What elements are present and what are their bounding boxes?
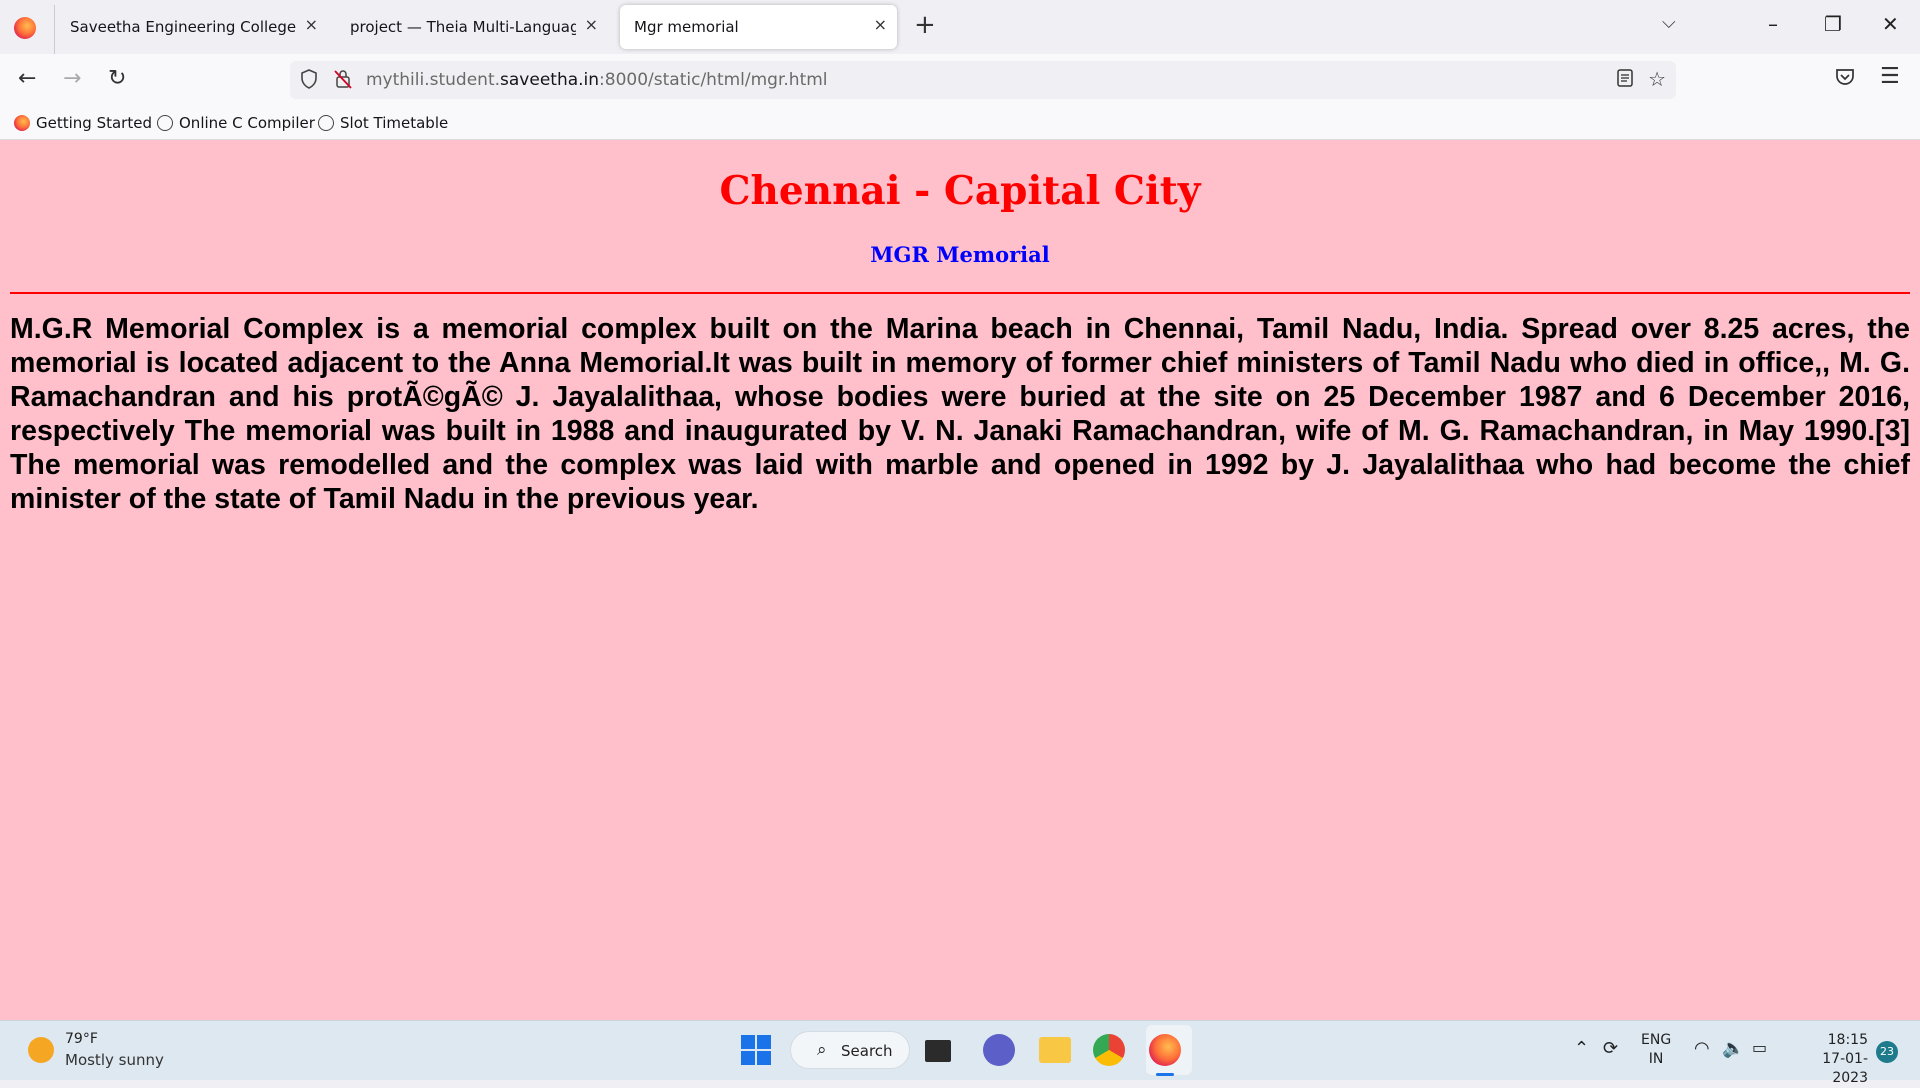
app-menu-icon[interactable]: ☰ [1880,64,1900,89]
active-indicator [1156,1073,1174,1076]
back-button[interactable]: ← [18,66,36,91]
firefox-taskbar-icon[interactable] [1149,1034,1181,1066]
wifi-icon[interactable]: ◠ [1694,1038,1710,1059]
bookmark-slot-timetable[interactable]: Slot Timetable [318,114,448,132]
bookmarks-toolbar: Getting Started Online C Compiler Slot T… [0,106,1920,140]
url-text[interactable]: mythili.student.saveetha.in:8000/static/… [366,70,828,90]
tab-mgr-memorial[interactable]: Mgr memorial × [620,5,897,49]
chevron-up-icon[interactable]: ⌃ [1574,1038,1589,1059]
weather-sun-icon[interactable] [28,1037,54,1063]
volume-icon[interactable]: 🔈 [1722,1038,1744,1059]
close-tab-icon[interactable]: × [874,15,887,34]
minimize-button[interactable]: – [1768,12,1778,36]
close-tab-icon[interactable]: × [305,15,318,34]
horizontal-rule [10,292,1910,294]
memorial-paragraph: M.G.R Memorial Complex is a memorial com… [10,313,1910,515]
battery-icon[interactable]: ▭ [1752,1038,1767,1057]
pocket-icon[interactable] [1834,66,1856,88]
search-icon: ⌕ [817,1040,827,1060]
tab-saveetha[interactable]: Saveetha Engineering College × [54,5,328,59]
restore-button[interactable]: ❐ [1824,12,1842,36]
list-all-tabs-icon[interactable]: ⌵ [1662,12,1676,33]
tab-bar: Saveetha Engineering College × project —… [0,0,1920,59]
weather-description[interactable]: Mostly sunny [65,1051,164,1069]
file-explorer-icon[interactable] [1039,1037,1071,1063]
forward-button[interactable]: → [63,66,81,91]
close-tab-icon[interactable]: × [585,15,598,34]
navigation-toolbar: ← → ↻ mythili.student.saveetha.in:8000/s… [0,54,1920,106]
globe-icon [318,115,334,131]
firefox-icon [14,115,30,131]
tab-label: project — Theia Multi-Language Ex [350,18,576,36]
notification-badge[interactable]: 23 [1876,1041,1898,1063]
task-view-icon[interactable] [925,1040,951,1062]
weather-temperature[interactable]: 79°F [65,1031,98,1047]
bookmark-getting-started[interactable]: Getting Started [14,114,152,132]
globe-icon [157,115,173,131]
clock[interactable]: 18:15 17-01-2023 [1790,1031,1868,1088]
start-button[interactable] [741,1035,771,1065]
tab-label: Saveetha Engineering College [70,18,296,36]
firefox-view-icon[interactable] [14,17,36,39]
bookmark-star-icon[interactable]: ☆ [1648,67,1666,91]
reload-button[interactable]: ↻ [108,66,126,91]
taskbar: 79°F Mostly sunny ⌕ Search ⌃ ⟳ ENG IN ◠ … [0,1020,1920,1086]
language-indicator[interactable]: ENG IN [1641,1031,1671,1069]
tracking-protection-icon[interactable] [300,69,318,89]
tab-label: Mgr memorial [634,18,739,36]
page-content: Chennai - Capital City MGR Memorial M.G.… [0,140,1920,1020]
chrome-icon[interactable] [1093,1034,1125,1066]
page-title: Chennai - Capital City [719,168,1201,214]
insecure-lock-icon[interactable] [334,69,352,89]
search-label: Search [841,1042,893,1060]
taskbar-search[interactable]: ⌕ Search [790,1031,910,1069]
address-bar[interactable]: mythili.student.saveetha.in:8000/static/… [290,61,1676,99]
new-tab-button[interactable]: + [914,10,936,40]
reader-view-icon[interactable] [1616,68,1634,88]
bookmark-online-c-compiler[interactable]: Online C Compiler [157,114,315,132]
close-window-button[interactable]: ✕ [1882,12,1899,36]
sync-icon[interactable]: ⟳ [1603,1038,1618,1059]
tab-theia-project[interactable]: project — Theia Multi-Language Ex × [336,5,608,49]
teams-chat-icon[interactable] [983,1034,1015,1066]
page-subtitle: MGR Memorial [870,242,1050,267]
